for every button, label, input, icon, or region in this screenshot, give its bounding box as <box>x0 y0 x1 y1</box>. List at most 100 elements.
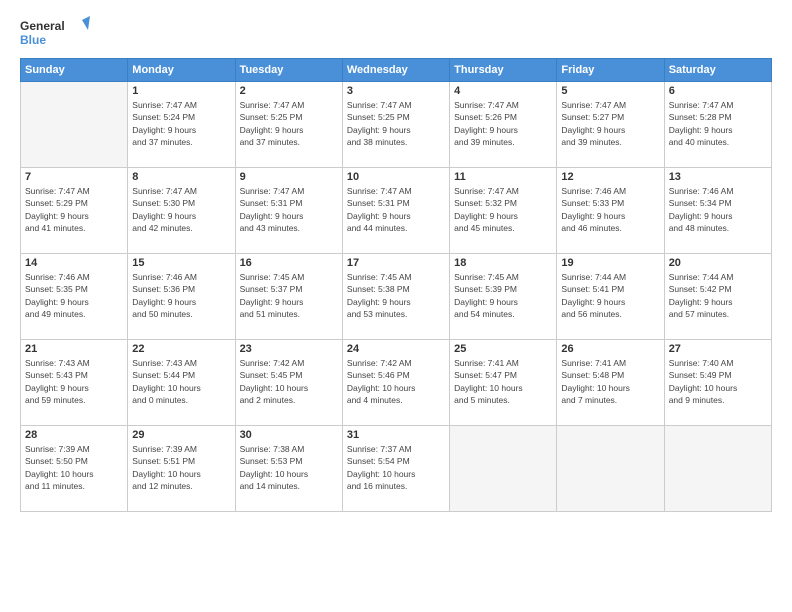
day-info: Sunrise: 7:39 AMSunset: 5:50 PMDaylight:… <box>25 443 123 492</box>
logo: General Blue <box>20 16 90 52</box>
week-row-2: 14 Sunrise: 7:46 AMSunset: 5:35 PMDayligh… <box>21 254 772 340</box>
weekday-header-monday: Monday <box>128 59 235 82</box>
day-number: 28 <box>25 429 123 441</box>
day-number: 31 <box>347 429 445 441</box>
day-info: Sunrise: 7:47 AMSunset: 5:28 PMDaylight:… <box>669 99 767 148</box>
day-number: 3 <box>347 85 445 97</box>
weekday-header-row: SundayMondayTuesdayWednesdayThursdayFrid… <box>21 59 772 82</box>
day-cell: 22 Sunrise: 7:43 AMSunset: 5:44 PMDayligh… <box>128 340 235 426</box>
day-number: 20 <box>669 257 767 269</box>
day-info: Sunrise: 7:47 AMSunset: 5:27 PMDaylight:… <box>561 99 659 148</box>
day-info: Sunrise: 7:45 AMSunset: 5:37 PMDaylight:… <box>240 271 338 320</box>
day-cell: 9Sunrise: 7:47 AMSunset: 5:31 PMDaylight… <box>235 168 342 254</box>
calendar-body: 1 Sunrise: 7:47 AMSunset: 5:24 PMDaylight… <box>21 82 772 512</box>
day-number: 14 <box>25 257 123 269</box>
day-info: Sunrise: 7:42 AMSunset: 5:46 PMDaylight:… <box>347 357 445 406</box>
day-number: 30 <box>240 429 338 441</box>
week-row-4: 28 Sunrise: 7:39 AMSunset: 5:50 PMDayligh… <box>21 426 772 512</box>
day-cell: 29Sunrise: 7:39 AMSunset: 5:51 PMDayligh… <box>128 426 235 512</box>
day-info: Sunrise: 7:47 AMSunset: 5:26 PMDaylight:… <box>454 99 552 148</box>
day-number: 23 <box>240 343 338 355</box>
day-cell: 25 Sunrise: 7:41 AMSunset: 5:47 PMDayligh… <box>450 340 557 426</box>
day-number: 8 <box>132 171 230 183</box>
day-cell: 27Sunrise: 7:40 AMSunset: 5:49 PMDayligh… <box>664 340 771 426</box>
day-info: Sunrise: 7:47 AMSunset: 5:25 PMDaylight:… <box>347 99 445 148</box>
day-cell: 24 Sunrise: 7:42 AMSunset: 5:46 PMDayligh… <box>342 340 449 426</box>
day-info: Sunrise: 7:43 AMSunset: 5:44 PMDaylight:… <box>132 357 230 406</box>
calendar-table: SundayMondayTuesdayWednesdayThursdayFrid… <box>20 58 772 512</box>
day-info: Sunrise: 7:37 AMSunset: 5:54 PMDaylight:… <box>347 443 445 492</box>
day-cell: 2Sunrise: 7:47 AMSunset: 5:25 PMDaylight… <box>235 82 342 168</box>
day-cell: 11Sunrise: 7:47 AMSunset: 5:32 PMDayligh… <box>450 168 557 254</box>
day-info: Sunrise: 7:47 AMSunset: 5:31 PMDaylight:… <box>347 185 445 234</box>
day-number: 11 <box>454 171 552 183</box>
day-info: Sunrise: 7:46 AMSunset: 5:34 PMDaylight:… <box>669 185 767 234</box>
day-cell: 17 Sunrise: 7:45 AMSunset: 5:38 PMDayligh… <box>342 254 449 340</box>
day-cell: 28 Sunrise: 7:39 AMSunset: 5:50 PMDayligh… <box>21 426 128 512</box>
day-cell: 10 Sunrise: 7:47 AMSunset: 5:31 PMDayligh… <box>342 168 449 254</box>
day-cell: 23 Sunrise: 7:42 AMSunset: 5:45 PMDayligh… <box>235 340 342 426</box>
day-info: Sunrise: 7:41 AMSunset: 5:47 PMDaylight:… <box>454 357 552 406</box>
day-number: 18 <box>454 257 552 269</box>
day-cell: 20 Sunrise: 7:44 AMSunset: 5:42 PMDayligh… <box>664 254 771 340</box>
day-number: 7 <box>25 171 123 183</box>
day-cell: 30Sunrise: 7:38 AMSunset: 5:53 PMDayligh… <box>235 426 342 512</box>
day-cell <box>21 82 128 168</box>
week-row-1: 7 Sunrise: 7:47 AMSunset: 5:29 PMDaylight… <box>21 168 772 254</box>
header: General Blue <box>20 16 772 52</box>
day-cell: 8 Sunrise: 7:47 AMSunset: 5:30 PMDaylight… <box>128 168 235 254</box>
day-info: Sunrise: 7:47 AMSunset: 5:24 PMDaylight:… <box>132 99 230 148</box>
weekday-header-tuesday: Tuesday <box>235 59 342 82</box>
day-number: 6 <box>669 85 767 97</box>
week-row-3: 21Sunrise: 7:43 AMSunset: 5:43 PMDayligh… <box>21 340 772 426</box>
day-cell <box>557 426 664 512</box>
logo-svg: General Blue <box>20 16 90 52</box>
day-number: 27 <box>669 343 767 355</box>
day-cell: 13 Sunrise: 7:46 AMSunset: 5:34 PMDayligh… <box>664 168 771 254</box>
day-cell: 3 Sunrise: 7:47 AMSunset: 5:25 PMDaylight… <box>342 82 449 168</box>
day-number: 1 <box>132 85 230 97</box>
day-info: Sunrise: 7:39 AMSunset: 5:51 PMDaylight:… <box>132 443 230 492</box>
day-info: Sunrise: 7:47 AMSunset: 5:25 PMDaylight:… <box>240 99 338 148</box>
day-info: Sunrise: 7:42 AMSunset: 5:45 PMDaylight:… <box>240 357 338 406</box>
svg-text:Blue: Blue <box>20 33 46 47</box>
svg-text:General: General <box>20 19 65 33</box>
day-cell: 12 Sunrise: 7:46 AMSunset: 5:33 PMDayligh… <box>557 168 664 254</box>
week-row-0: 1 Sunrise: 7:47 AMSunset: 5:24 PMDaylight… <box>21 82 772 168</box>
weekday-header-wednesday: Wednesday <box>342 59 449 82</box>
day-cell: 5 Sunrise: 7:47 AMSunset: 5:27 PMDaylight… <box>557 82 664 168</box>
day-number: 22 <box>132 343 230 355</box>
weekday-header-sunday: Sunday <box>21 59 128 82</box>
page: General Blue SundayMondayTuesdayWednesda… <box>0 0 792 612</box>
day-cell: 18 Sunrise: 7:45 AMSunset: 5:39 PMDayligh… <box>450 254 557 340</box>
day-number: 17 <box>347 257 445 269</box>
day-number: 12 <box>561 171 659 183</box>
day-number: 9 <box>240 171 338 183</box>
day-info: Sunrise: 7:46 AMSunset: 5:35 PMDaylight:… <box>25 271 123 320</box>
day-info: Sunrise: 7:45 AMSunset: 5:38 PMDaylight:… <box>347 271 445 320</box>
weekday-header-thursday: Thursday <box>450 59 557 82</box>
day-cell: 7 Sunrise: 7:47 AMSunset: 5:29 PMDaylight… <box>21 168 128 254</box>
day-number: 5 <box>561 85 659 97</box>
day-info: Sunrise: 7:44 AMSunset: 5:41 PMDaylight:… <box>561 271 659 320</box>
day-cell: 31 Sunrise: 7:37 AMSunset: 5:54 PMDayligh… <box>342 426 449 512</box>
day-number: 25 <box>454 343 552 355</box>
day-cell: 21Sunrise: 7:43 AMSunset: 5:43 PMDayligh… <box>21 340 128 426</box>
day-number: 4 <box>454 85 552 97</box>
day-info: Sunrise: 7:44 AMSunset: 5:42 PMDaylight:… <box>669 271 767 320</box>
day-info: Sunrise: 7:45 AMSunset: 5:39 PMDaylight:… <box>454 271 552 320</box>
day-info: Sunrise: 7:47 AMSunset: 5:29 PMDaylight:… <box>25 185 123 234</box>
weekday-header-saturday: Saturday <box>664 59 771 82</box>
day-cell: 14 Sunrise: 7:46 AMSunset: 5:35 PMDayligh… <box>21 254 128 340</box>
day-number: 19 <box>561 257 659 269</box>
day-info: Sunrise: 7:47 AMSunset: 5:30 PMDaylight:… <box>132 185 230 234</box>
day-number: 13 <box>669 171 767 183</box>
day-info: Sunrise: 7:43 AMSunset: 5:43 PMDaylight:… <box>25 357 123 406</box>
day-cell: 16Sunrise: 7:45 AMSunset: 5:37 PMDayligh… <box>235 254 342 340</box>
day-number: 10 <box>347 171 445 183</box>
day-cell: 26Sunrise: 7:41 AMSunset: 5:48 PMDayligh… <box>557 340 664 426</box>
day-info: Sunrise: 7:46 AMSunset: 5:33 PMDaylight:… <box>561 185 659 234</box>
day-cell: 19 Sunrise: 7:44 AMSunset: 5:41 PMDayligh… <box>557 254 664 340</box>
day-number: 26 <box>561 343 659 355</box>
day-number: 24 <box>347 343 445 355</box>
